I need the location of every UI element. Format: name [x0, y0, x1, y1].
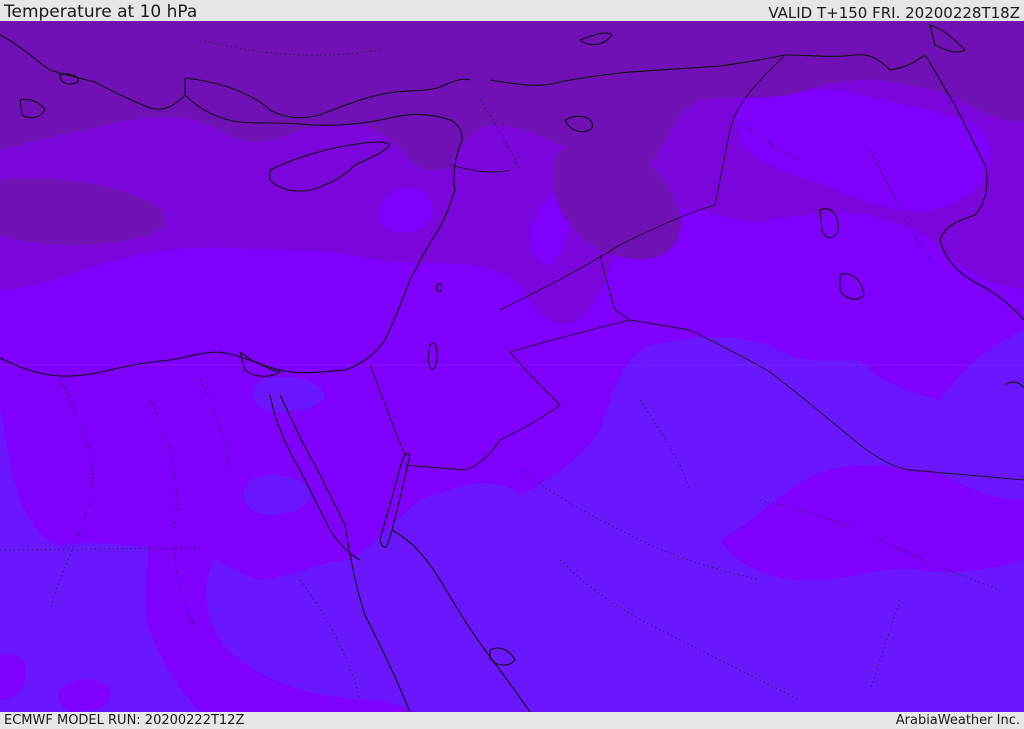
footer-bar: ECMWF MODEL RUN: 20200222T12Z ArabiaWeat…: [0, 712, 1024, 729]
valid-time: VALID T+150 FRI. 20200228T18Z: [768, 4, 1020, 22]
map-viewer: Temperature at 10 hPa VALID T+150 FRI. 2…: [0, 0, 1024, 729]
map-title: Temperature at 10 hPa: [4, 2, 198, 22]
map-canvas[interactable]: [0, 21, 1024, 712]
model-run-label: ECMWF MODEL RUN: 20200222T12Z: [4, 713, 245, 728]
temperature-map: [0, 21, 1024, 712]
header-bar: Temperature at 10 hPa VALID T+150 FRI. 2…: [0, 0, 1024, 21]
credit-label: ArabiaWeather Inc.: [895, 713, 1020, 728]
